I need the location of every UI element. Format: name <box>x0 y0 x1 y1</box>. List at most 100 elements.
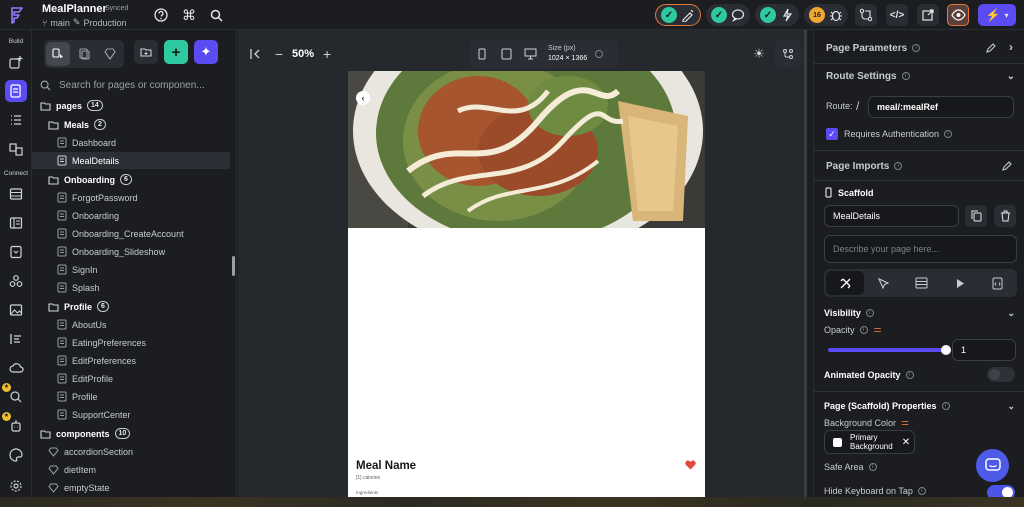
requires-auth-row[interactable]: ✓ Requires Authentication i <box>826 128 953 140</box>
page-item[interactable]: Profile <box>32 388 230 405</box>
integrations-icon[interactable] <box>5 270 27 292</box>
help-icon[interactable] <box>153 7 169 23</box>
page-item[interactable]: SupportCenter <box>32 406 230 423</box>
page-item[interactable]: EatingPreferences <box>32 334 230 351</box>
page-imports-header[interactable]: Page Imports i <box>814 158 1024 174</box>
opacity-slider-thumb[interactable] <box>941 345 951 355</box>
favorite-heart-icon[interactable] <box>685 460 696 470</box>
media-assets-icon[interactable] <box>5 299 27 321</box>
tune-sliders-icon[interactable]: ⚌ <box>874 324 882 335</box>
widget-tree-icon[interactable] <box>5 109 27 131</box>
add-page-icon[interactable]: + <box>164 40 188 64</box>
backend-query-tab-icon[interactable] <box>902 271 940 295</box>
page-item[interactable]: Dashboard <box>32 134 230 151</box>
checkbox-checked-icon[interactable]: ✓ <box>826 128 838 140</box>
copy-icon[interactable] <box>965 205 987 227</box>
branch-info[interactable]: ⑂ main ✎ Production <box>42 17 127 28</box>
project-name[interactable]: MealPlanner <box>42 3 107 15</box>
run-lightning-button[interactable]: ⚡ ▾ <box>978 4 1016 26</box>
page-name-input[interactable]: MealDetails <box>824 205 959 227</box>
custom-code-icon[interactable]: ★ <box>2 383 27 408</box>
comments-status-button[interactable]: ✓ <box>706 4 750 26</box>
performance-status-button[interactable]: ✓ <box>755 4 799 26</box>
branching-icon[interactable] <box>855 4 877 26</box>
zoom-in-icon[interactable]: + <box>314 46 340 62</box>
agents-icon[interactable]: ★ <box>2 412 27 437</box>
zoom-level[interactable]: 50% <box>292 48 314 60</box>
page-item[interactable]: SignIn <box>32 261 230 278</box>
properties-tab-icon[interactable] <box>826 271 865 295</box>
new-folder-icon[interactable] <box>134 40 158 64</box>
page-selector-icon[interactable] <box>5 80 27 102</box>
visibility-header[interactable]: Visibility i ⌄ <box>814 306 1024 320</box>
desktop-device-icon[interactable] <box>518 48 542 60</box>
edit-pencil-icon[interactable] <box>1001 160 1013 172</box>
code-icon[interactable]: </> <box>886 4 908 26</box>
tree-scrollbar[interactable] <box>232 256 235 276</box>
chevron-down-icon[interactable]: ⌄ <box>1007 401 1015 412</box>
clear-close-icon[interactable]: ✕ <box>902 437 910 447</box>
canvas-scrollbar[interactable] <box>804 30 807 497</box>
delete-trash-icon[interactable] <box>994 205 1016 227</box>
component-item[interactable]: accordionSection <box>32 443 230 460</box>
animated-opacity-toggle[interactable] <box>987 367 1015 382</box>
page-item[interactable]: EditPreferences <box>32 352 230 369</box>
folder-profile[interactable]: Profile 6 <box>32 298 230 315</box>
preview-eye-icon[interactable] <box>947 4 969 26</box>
folder-meals[interactable]: Meals 2 <box>32 116 230 133</box>
api-calls-icon[interactable] <box>5 241 27 263</box>
page-item[interactable]: ForgotPassword <box>32 189 230 206</box>
device-preview[interactable]: ‹ Meal Name [1] calories Ingredients <box>348 71 705 497</box>
page-item[interactable]: Splash <box>32 279 230 296</box>
ai-review-status-button[interactable]: ✓ <box>655 4 701 26</box>
phone-device-icon[interactable] <box>470 48 494 60</box>
route-input[interactable]: meal/:mealRef <box>868 96 1014 118</box>
command-icon[interactable]: ⌘ <box>181 7 197 23</box>
settings-gear-icon[interactable] <box>5 475 27 497</box>
page-item[interactable]: Onboarding_CreateAccount <box>32 225 230 242</box>
widget-tree-toggle-icon[interactable] <box>775 40 801 68</box>
actions-tab-icon[interactable] <box>864 271 902 295</box>
opacity-value-input[interactable]: 1 <box>952 339 1016 361</box>
components-tab-icon[interactable] <box>72 42 96 66</box>
open-external-icon[interactable] <box>917 4 939 26</box>
tune-sliders-icon[interactable]: ⚌ <box>901 417 909 428</box>
chevron-down-icon[interactable]: ⌄ <box>1007 71 1015 82</box>
pages-tab-icon[interactable] <box>46 42 70 66</box>
add-widget-icon[interactable] <box>5 51 27 73</box>
data-schema-icon[interactable] <box>5 212 27 234</box>
folder-onboarding[interactable]: Onboarding 6 <box>32 171 230 188</box>
page-item[interactable]: Onboarding_Slideshow <box>32 243 230 260</box>
light-mode-icon[interactable]: ☀ <box>746 40 772 68</box>
dev-tab-icon[interactable] <box>979 271 1017 295</box>
storyboard-icon[interactable] <box>5 138 27 160</box>
page-item[interactable]: AboutUs <box>32 316 230 333</box>
animations-play-tab-icon[interactable] <box>941 271 979 295</box>
meal-image[interactable]: ‹ <box>348 71 705 228</box>
chevron-down-icon[interactable]: ⌄ <box>1007 308 1015 319</box>
collapse-panel-icon[interactable] <box>246 48 266 60</box>
component-item[interactable]: dietItem <box>32 461 230 478</box>
page-item[interactable]: EditProfile <box>32 370 230 387</box>
support-chat-button[interactable] <box>976 449 1009 482</box>
back-arrow-icon[interactable]: ‹ <box>356 91 370 105</box>
folder-pages[interactable]: pages 14 <box>32 97 230 114</box>
page-search[interactable]: Search for pages or componen... <box>40 76 230 94</box>
theme-palette-icon[interactable] <box>5 444 27 466</box>
opacity-slider[interactable] <box>828 345 951 355</box>
ai-generate-icon[interactable]: ✦ <box>194 40 218 64</box>
size-value[interactable]: 1024 × 1366 <box>548 54 587 64</box>
cloud-functions-icon[interactable] <box>5 357 27 379</box>
issues-button[interactable]: 16 <box>804 4 848 26</box>
flutterflow-logo-icon[interactable] <box>6 4 28 26</box>
scaffold-properties-header[interactable]: Page (Scaffold) Properties i ⌄ <box>814 399 1024 413</box>
app-values-icon[interactable] <box>5 328 27 350</box>
firestore-icon[interactable] <box>5 183 27 205</box>
component-item[interactable]: emptyState <box>32 479 230 496</box>
chevron-right-icon[interactable]: › <box>1009 40 1013 54</box>
page-search-input[interactable]: Search for pages or componen... <box>59 80 205 91</box>
page-item-selected[interactable]: MealDetails <box>32 152 230 169</box>
edit-pencil-icon[interactable] <box>985 42 997 54</box>
page-description-input[interactable]: Describe your page here... <box>824 235 1017 263</box>
background-color-picker[interactable]: Primary Background ✕ <box>824 430 915 454</box>
